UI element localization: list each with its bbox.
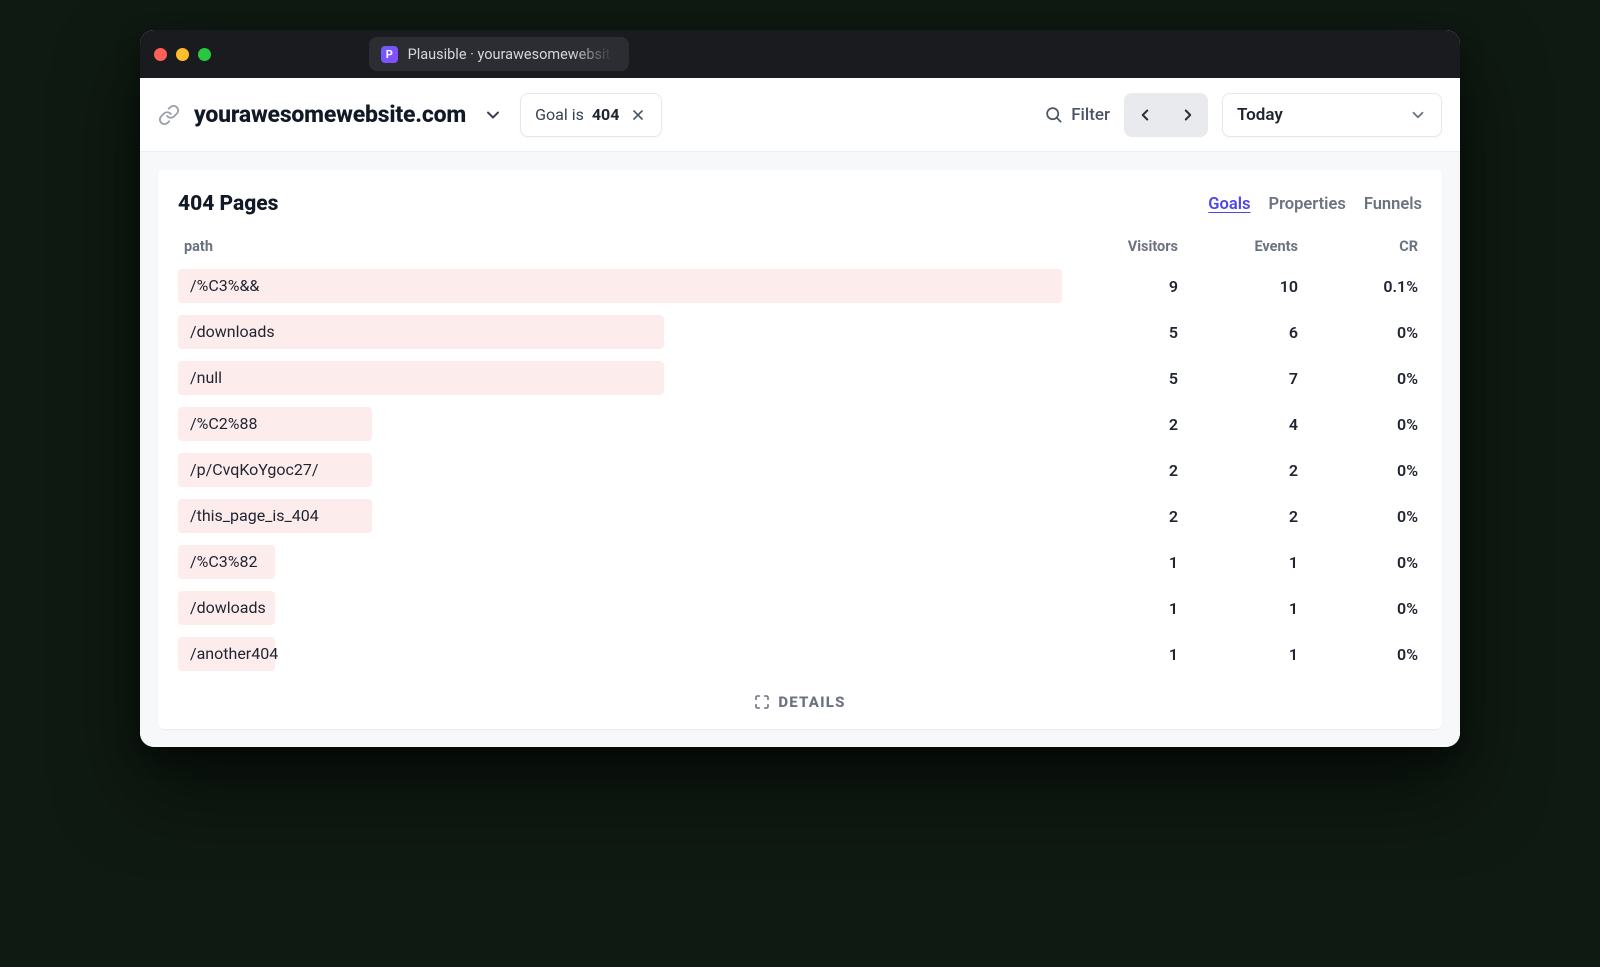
card-title: 404 Pages [178,192,278,216]
col-cr: CR [1298,238,1418,255]
path-label: /another404 [178,637,1062,671]
cr-value: 0% [1302,553,1422,572]
table-row[interactable]: /p/CvqKoYgoc27/220% [178,453,1422,487]
tab-title: Plausible · yourawesomewebsite [408,46,613,63]
path-cell: /downloads [178,315,1062,349]
events-value: 1 [1182,599,1302,618]
visitors-value: 2 [1062,461,1182,480]
path-label: /dowloads [178,591,1062,625]
column-headers: path Visitors Events CR [178,238,1422,265]
path-cell: /dowloads [178,591,1062,625]
path-cell: /null [178,361,1062,395]
browser-tab[interactable]: P Plausible · yourawesomewebsite [369,37,629,71]
date-range-label: Today [1237,105,1283,125]
path-cell: /p/CvqKoYgoc27/ [178,453,1062,487]
table-row[interactable]: /another404110% [178,637,1422,671]
card-header: 404 Pages Goals Properties Funnels [178,192,1422,216]
date-range-button[interactable]: Today [1222,93,1442,137]
maximize-window-icon[interactable] [198,48,211,61]
events-value: 6 [1182,323,1302,342]
events-value: 4 [1182,415,1302,434]
remove-filter-button[interactable] [627,104,649,126]
events-value: 2 [1182,461,1302,480]
events-value: 1 [1182,553,1302,572]
col-events: Events [1178,238,1298,255]
events-value: 10 [1182,277,1302,296]
events-value: 7 [1182,369,1302,388]
visitors-value: 1 [1062,645,1182,664]
table-row[interactable]: /%C3%82110% [178,545,1422,579]
path-label: /null [178,361,1062,395]
col-visitors: Visitors [1058,238,1178,255]
path-label: /downloads [178,315,1062,349]
path-cell: /this_page_is_404 [178,499,1062,533]
visitors-value: 2 [1062,415,1182,434]
events-value: 1 [1182,645,1302,664]
table-row[interactable]: /downloads560% [178,315,1422,349]
table-row[interactable]: /this_page_is_404220% [178,499,1422,533]
tab-goals[interactable]: Goals [1208,195,1250,214]
search-icon [1044,105,1063,124]
table-row[interactable]: /%C3%&&9100.1% [178,269,1422,303]
cr-value: 0% [1302,599,1422,618]
link-icon [158,104,180,126]
tab-funnels[interactable]: Funnels [1364,195,1422,214]
prev-period-button[interactable] [1124,93,1166,137]
filter-chip-value: 404 [592,105,620,124]
browser-window: P Plausible · yourawesomewebsite yourawe… [140,30,1460,747]
path-cell: /%C2%88 [178,407,1062,441]
filter-chip-prefix: Goal is [535,105,584,124]
tab-properties[interactable]: Properties [1268,195,1345,214]
path-label: /p/CvqKoYgoc27/ [178,453,1062,487]
path-cell: /another404 [178,637,1062,671]
titlebar: P Plausible · yourawesomewebsite [140,30,1460,78]
table-row[interactable]: /dowloads110% [178,591,1422,625]
filter-chip-goal[interactable]: Goal is 404 [520,93,662,137]
path-label: /%C2%88 [178,407,1062,441]
window-controls [154,48,211,61]
events-value: 2 [1182,507,1302,526]
visitors-value: 9 [1062,277,1182,296]
path-label: /this_page_is_404 [178,499,1062,533]
filter-button[interactable]: Filter [1044,105,1110,125]
visitors-value: 5 [1062,369,1182,388]
goals-card: 404 Pages Goals Properties Funnels path … [158,170,1442,729]
path-cell: /%C3%&& [178,269,1062,303]
visitors-value: 5 [1062,323,1182,342]
site-switcher-button[interactable] [480,102,506,128]
expand-icon [754,694,770,710]
chevron-down-icon [1409,106,1427,124]
cr-value: 0% [1302,461,1422,480]
cr-value: 0% [1302,369,1422,388]
col-path: path [182,238,1058,255]
path-cell: /%C3%82 [178,545,1062,579]
date-nav-group [1124,93,1208,137]
next-period-button[interactable] [1166,93,1208,137]
rows-container: /%C3%&&9100.1%/downloads560%/null570%/%C… [178,269,1422,671]
path-label: /%C3%&& [178,269,1062,303]
site-name[interactable]: yourawesomewebsite.com [194,101,466,128]
header-bar: yourawesomewebsite.com Goal is 404 Filte… [140,78,1460,152]
cr-value: 0% [1302,645,1422,664]
close-window-icon[interactable] [154,48,167,61]
visitors-value: 2 [1062,507,1182,526]
table-row[interactable]: /%C2%88240% [178,407,1422,441]
visitors-value: 1 [1062,599,1182,618]
cr-value: 0.1% [1302,277,1422,296]
path-label: /%C3%82 [178,545,1062,579]
details-button[interactable]: DETAILS [178,693,1422,711]
cr-value: 0% [1302,507,1422,526]
cr-value: 0% [1302,323,1422,342]
minimize-window-icon[interactable] [176,48,189,61]
content-area: 404 Pages Goals Properties Funnels path … [140,152,1460,747]
filter-button-label: Filter [1071,105,1110,125]
table-row[interactable]: /null570% [178,361,1422,395]
card-view-tabs: Goals Properties Funnels [1208,195,1422,214]
visitors-value: 1 [1062,553,1182,572]
plausible-favicon-icon: P [381,46,398,63]
cr-value: 0% [1302,415,1422,434]
details-label: DETAILS [778,693,845,711]
